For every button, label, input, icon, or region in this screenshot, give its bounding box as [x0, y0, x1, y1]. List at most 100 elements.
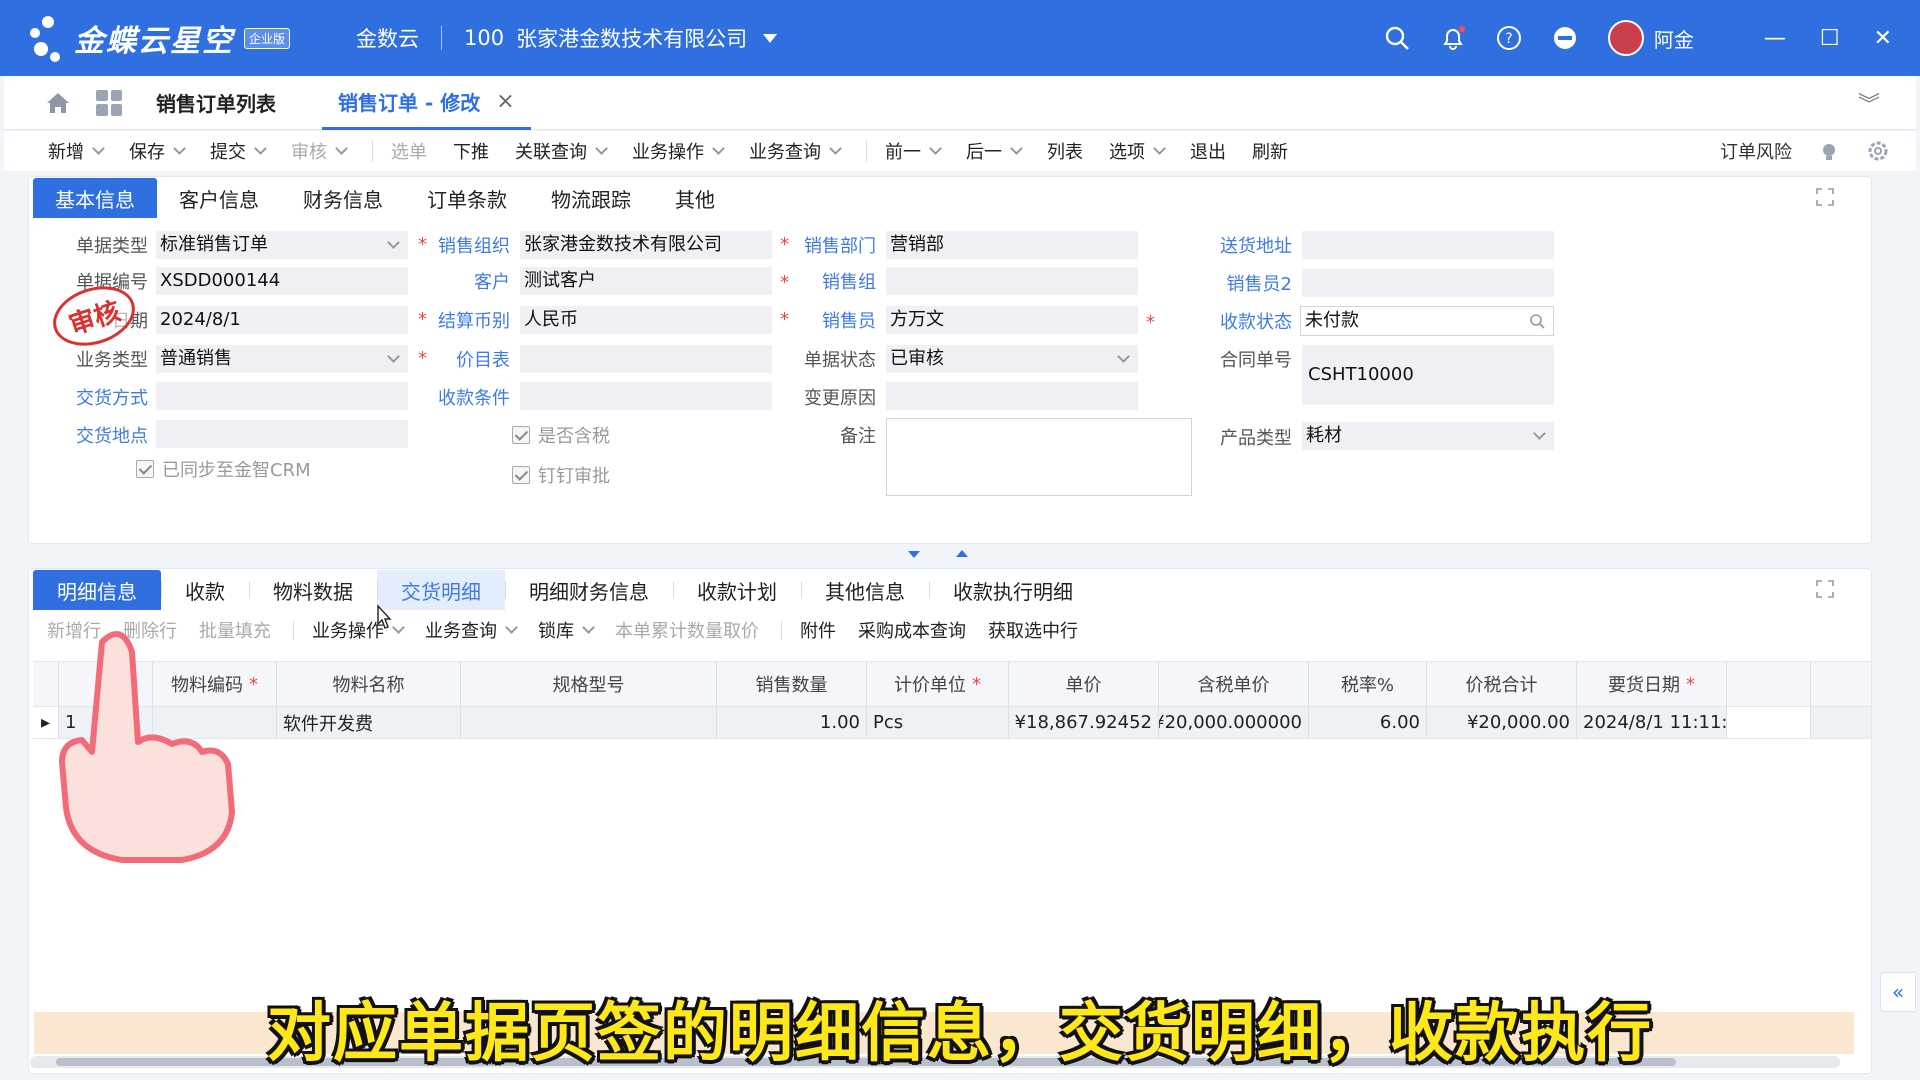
- column-header-total[interactable]: 价税合计: [1427, 662, 1577, 706]
- tab-receipt-plan[interactable]: 收款计划: [673, 570, 801, 610]
- tab-logistics[interactable]: 物流跟踪: [529, 178, 653, 218]
- sale-org-label[interactable]: 销售组织: [414, 232, 510, 258]
- tab-receipt-execution[interactable]: 收款执行明细: [929, 570, 1097, 610]
- expand-icon[interactable]: [1815, 579, 1835, 599]
- refresh-button[interactable]: 刷新: [1252, 138, 1288, 164]
- receipt-status-field[interactable]: 未付款: [1300, 306, 1554, 336]
- save-button[interactable]: 保存: [129, 138, 186, 164]
- salesman2-field[interactable]: [1302, 269, 1554, 297]
- minimize-icon[interactable]: —: [1764, 26, 1786, 51]
- close-tab-icon[interactable]: ×: [496, 89, 514, 114]
- sale-dept-field[interactable]: 营销部: [886, 231, 1138, 259]
- date-field[interactable]: 2024/8/1: [156, 306, 408, 334]
- cumulative-price-button[interactable]: 本单累计数量取价: [615, 617, 759, 643]
- collapse-chevron-icon[interactable]: ︾: [1858, 87, 1880, 119]
- salesman2-label[interactable]: 销售员2: [1184, 270, 1292, 296]
- attachment-button[interactable]: 附件: [800, 617, 836, 643]
- next-button[interactable]: 后一: [966, 138, 1023, 164]
- receipt-cond-label[interactable]: 收款条件: [414, 384, 510, 410]
- table-row[interactable]: ▸ 1 软件开发费 1.00 Pcs ¥18,867.92452 ¥20,000…: [33, 707, 1871, 739]
- column-header-quantity[interactable]: 销售数量: [717, 662, 867, 706]
- order-risk-button[interactable]: 订单风险: [1720, 138, 1792, 164]
- collapse-down-icon[interactable]: [908, 551, 920, 558]
- exit-button[interactable]: 退出: [1190, 138, 1226, 164]
- spec-cell[interactable]: [461, 707, 717, 738]
- tab-sales-order-list[interactable]: 销售订单列表: [140, 76, 292, 130]
- lightbulb-icon[interactable]: [1818, 140, 1840, 162]
- crm-sync-checkbox[interactable]: 已同步至金智CRM: [136, 456, 311, 482]
- salesman-field[interactable]: 方万文: [886, 306, 1138, 334]
- contract-no-field[interactable]: CSHT10000: [1302, 345, 1554, 405]
- org-name[interactable]: 张家港金数技术有限公司: [516, 23, 747, 53]
- lock-stock-button[interactable]: 锁库: [538, 617, 595, 643]
- tab-delivery-detail[interactable]: 交货明细: [377, 570, 505, 610]
- unit-cell[interactable]: Pcs: [867, 707, 1009, 738]
- business-query-button[interactable]: 业务查询: [425, 617, 518, 643]
- bill-type-select[interactable]: 标准销售订单: [156, 231, 408, 259]
- tax-rate-cell[interactable]: 6.00: [1309, 707, 1427, 738]
- price-cell[interactable]: ¥18,867.92452: [1009, 707, 1159, 738]
- purchase-cost-query-button[interactable]: 采购成本查询: [858, 617, 966, 643]
- close-icon[interactable]: ✕: [1874, 26, 1892, 51]
- tab-basic-info[interactable]: 基本信息: [33, 178, 157, 218]
- tenant-name[interactable]: 金数云: [356, 23, 419, 53]
- org-switcher[interactable]: 金数云 100 张家港金数技术有限公司: [356, 23, 778, 53]
- bill-status-select[interactable]: 已审核: [886, 345, 1138, 373]
- maximize-icon[interactable]: ☐: [1820, 26, 1840, 51]
- options-button[interactable]: 选项: [1109, 138, 1166, 164]
- new-button[interactable]: 新增: [48, 138, 105, 164]
- previous-button[interactable]: 前一: [885, 138, 942, 164]
- ship-addr-label[interactable]: 送货地址: [1184, 232, 1292, 258]
- get-selected-rows-button[interactable]: 获取选中行: [988, 617, 1078, 643]
- tab-customer-info[interactable]: 客户信息: [157, 178, 281, 218]
- sale-org-field[interactable]: 张家港金数技术有限公司: [520, 231, 772, 259]
- total-cell[interactable]: ¥20,000.00: [1427, 707, 1577, 738]
- delivery-place-field[interactable]: [156, 420, 408, 448]
- delivery-date-cell[interactable]: 2024/8/1 11:11:4: [1577, 707, 1727, 738]
- push-down-button[interactable]: 下推: [453, 138, 489, 164]
- column-header-tax-rate[interactable]: 税率%: [1309, 662, 1427, 706]
- price-list-label[interactable]: 价目表: [414, 346, 510, 372]
- price-list-field[interactable]: [520, 345, 772, 373]
- tab-finance-info[interactable]: 财务信息: [281, 178, 405, 218]
- column-header-price[interactable]: 单价: [1009, 662, 1159, 706]
- tax-included-checkbox[interactable]: 是否含税: [512, 422, 610, 448]
- column-header-unit[interactable]: 计价单位 *: [867, 662, 1009, 706]
- currency-field[interactable]: 人民币: [520, 306, 772, 334]
- business-operation-button[interactable]: 业务操作: [632, 138, 725, 164]
- currency-label[interactable]: 结算币别: [414, 307, 510, 333]
- search-icon[interactable]: [1384, 25, 1410, 51]
- change-reason-field[interactable]: [886, 382, 1138, 410]
- tab-other-info[interactable]: 其他信息: [801, 570, 929, 610]
- home-icon[interactable]: [44, 89, 72, 117]
- delivery-place-label[interactable]: 交货地点: [40, 422, 148, 448]
- column-header-tax-price[interactable]: 含税单价: [1159, 662, 1309, 706]
- column-header-spec[interactable]: 规格型号: [461, 662, 717, 706]
- minus-circle-icon[interactable]: [1552, 25, 1578, 51]
- list-button[interactable]: 列表: [1047, 138, 1083, 164]
- tab-material-data[interactable]: 物料数据: [249, 570, 377, 610]
- user-menu[interactable]: 阿金: [1607, 20, 1694, 56]
- collapse-up-icon[interactable]: [956, 550, 968, 557]
- tab-detail-info[interactable]: 明细信息: [33, 570, 161, 610]
- related-query-button[interactable]: 关联查询: [515, 138, 608, 164]
- tab-order-terms[interactable]: 订单条款: [405, 178, 529, 218]
- remark-textarea[interactable]: [886, 418, 1192, 496]
- caret-down-icon[interactable]: [763, 33, 778, 43]
- material-name-cell[interactable]: 软件开发费: [277, 707, 461, 738]
- submit-button[interactable]: 提交: [210, 138, 267, 164]
- search-icon[interactable]: [1529, 313, 1545, 329]
- apps-grid-icon[interactable]: [96, 89, 122, 116]
- vertical-scrollbar[interactable]: [1854, 716, 1866, 1046]
- receipt-cond-field[interactable]: [520, 382, 772, 410]
- gear-icon[interactable]: [1866, 139, 1890, 163]
- tab-receipt[interactable]: 收款: [161, 570, 249, 610]
- quantity-cell[interactable]: 1.00: [717, 707, 867, 738]
- ship-addr-field[interactable]: [1302, 231, 1554, 259]
- tab-detail-finance[interactable]: 明细财务信息: [505, 570, 673, 610]
- delivery-method-field[interactable]: [156, 382, 408, 410]
- column-header-material-name[interactable]: 物料名称: [277, 662, 461, 706]
- select-bill-button[interactable]: 选单: [391, 138, 427, 164]
- audit-button[interactable]: 审核: [291, 138, 348, 164]
- receipt-status-label[interactable]: 收款状态: [1184, 308, 1292, 334]
